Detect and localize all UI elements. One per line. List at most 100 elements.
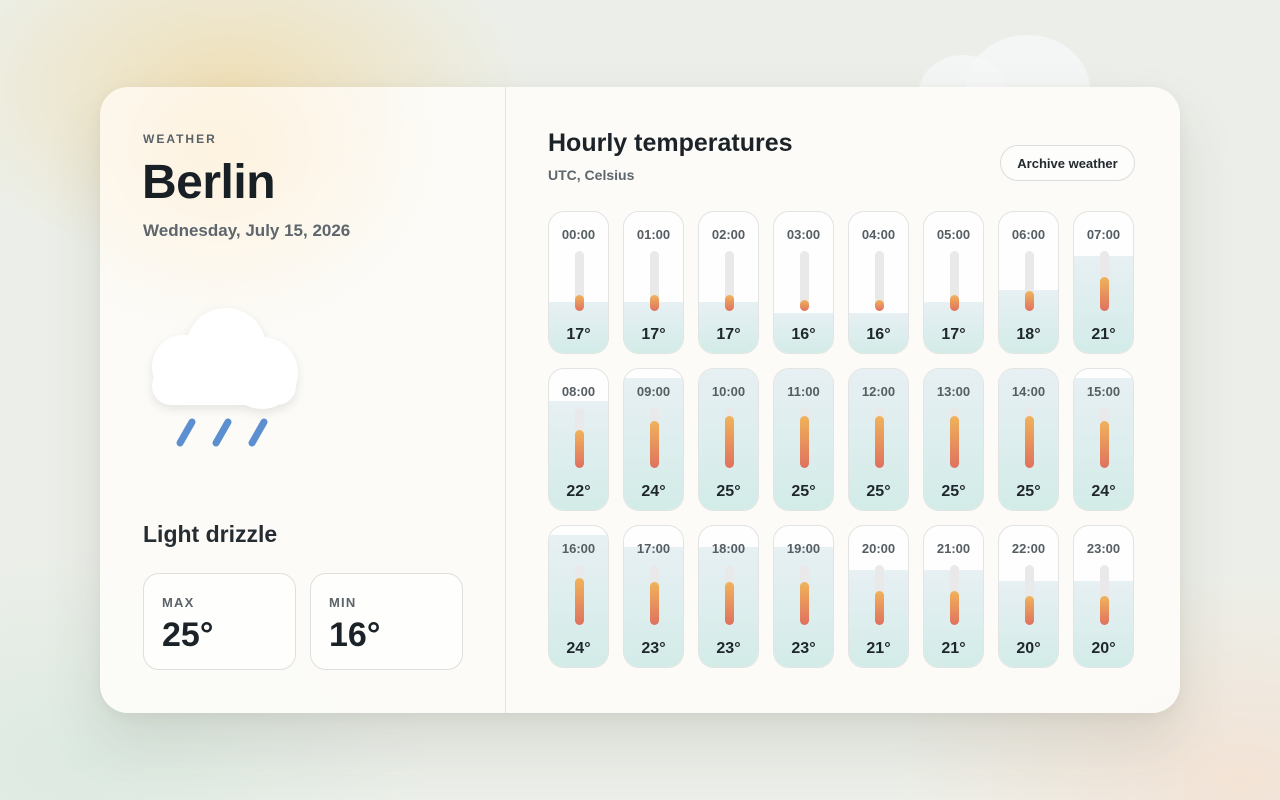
thermometer-bar bbox=[800, 416, 809, 468]
max-label: MAX bbox=[162, 595, 195, 610]
hour-tile: 21:00 21° bbox=[923, 525, 984, 668]
hour-tile: 01:00 17° bbox=[623, 211, 684, 354]
hourly-grid: 00:00 17° 01:00 17° 02:00 17° 03:00 16° 04:00 16°… bbox=[548, 211, 1138, 671]
hour-time: 06:00 bbox=[1011, 227, 1046, 242]
hour-tile: 12:00 25° bbox=[848, 368, 909, 511]
thermometer-bar bbox=[1100, 277, 1109, 311]
hour-tile: 11:00 25° bbox=[773, 368, 834, 511]
hourly-title: Hourly temperatures bbox=[548, 129, 793, 157]
thermometer-bar bbox=[875, 416, 884, 468]
thermometer-bar bbox=[725, 295, 734, 311]
hour-time: 03:00 bbox=[786, 227, 821, 242]
hour-temperature: 25° bbox=[791, 483, 816, 500]
hour-temperature: 16° bbox=[866, 326, 891, 343]
hour-temperature: 25° bbox=[1016, 483, 1041, 500]
thermometer-bar bbox=[950, 416, 959, 468]
date-label: Wednesday, July 15, 2026 bbox=[143, 221, 351, 240]
thermometer-bar bbox=[725, 582, 734, 625]
section-label: WEATHER bbox=[143, 132, 217, 146]
hour-temperature: 20° bbox=[1016, 640, 1041, 657]
thermometer-bar bbox=[875, 300, 884, 311]
hour-tile: 02:00 17° bbox=[698, 211, 759, 354]
hour-tile: 22:00 20° bbox=[998, 525, 1059, 668]
hour-tile: 00:00 17° bbox=[548, 211, 609, 354]
hour-time: 15:00 bbox=[1086, 384, 1121, 399]
max-temp-card: MAX 25° bbox=[143, 573, 296, 670]
thermometer-bar bbox=[1100, 596, 1109, 625]
hour-temperature: 20° bbox=[1091, 640, 1116, 657]
hour-tile: 08:00 22° bbox=[548, 368, 609, 511]
hour-time: 11:00 bbox=[787, 384, 820, 399]
hour-temperature: 23° bbox=[791, 640, 816, 657]
hour-temperature: 24° bbox=[1091, 483, 1116, 500]
hour-tile: 10:00 25° bbox=[698, 368, 759, 511]
thermometer-bar bbox=[650, 421, 659, 468]
thermometer-bar bbox=[650, 582, 659, 625]
hour-tile: 20:00 21° bbox=[848, 525, 909, 668]
hour-tile: 14:00 25° bbox=[998, 368, 1059, 511]
hour-temperature: 25° bbox=[866, 483, 891, 500]
hour-tile: 13:00 25° bbox=[923, 368, 984, 511]
thermometer-bar bbox=[725, 416, 734, 468]
hour-tile: 16:00 24° bbox=[548, 525, 609, 668]
thermometer-bar bbox=[950, 295, 959, 311]
hour-tile: 17:00 23° bbox=[623, 525, 684, 668]
hour-temperature: 24° bbox=[566, 640, 591, 657]
hour-tile: 15:00 24° bbox=[1073, 368, 1134, 511]
thermometer-bar bbox=[575, 295, 584, 311]
hour-time: 17:00 bbox=[636, 541, 671, 556]
hour-tile: 07:00 21° bbox=[1073, 211, 1134, 354]
hour-time: 21:00 bbox=[936, 541, 971, 556]
hour-temperature: 18° bbox=[1016, 326, 1041, 343]
hour-temperature: 21° bbox=[1091, 326, 1116, 343]
hour-temperature: 22° bbox=[566, 483, 591, 500]
thermometer-bar bbox=[1025, 291, 1034, 311]
min-temp-card: MIN 16° bbox=[310, 573, 463, 670]
hour-temperature: 17° bbox=[566, 326, 591, 343]
hour-temperature: 16° bbox=[791, 326, 816, 343]
cloud-rain-icon bbox=[144, 305, 304, 455]
condition-label: Light drizzle bbox=[143, 521, 278, 547]
hourly-subtitle: UTC, Celsius bbox=[548, 167, 635, 183]
hour-tile: 04:00 16° bbox=[848, 211, 909, 354]
thermometer-bar bbox=[1025, 596, 1034, 625]
hour-time: 12:00 bbox=[861, 384, 896, 399]
archive-weather-button[interactable]: Archive weather bbox=[1000, 145, 1135, 181]
hour-time: 19:00 bbox=[786, 541, 821, 556]
hour-time: 23:00 bbox=[1086, 541, 1121, 556]
thermometer-bar bbox=[950, 591, 959, 625]
thermometer-bar bbox=[1100, 421, 1109, 468]
thermometer-bar bbox=[800, 582, 809, 625]
thermometer-bar bbox=[575, 430, 584, 468]
current-weather-panel: WEATHER Berlin Wednesday, July 15, 2026 bbox=[100, 87, 506, 713]
hour-tile: 03:00 16° bbox=[773, 211, 834, 354]
hour-time: 22:00 bbox=[1011, 541, 1046, 556]
city-name: Berlin bbox=[142, 156, 276, 209]
hour-tile: 09:00 24° bbox=[623, 368, 684, 511]
thermometer-bar bbox=[875, 591, 884, 625]
min-value: 16° bbox=[329, 616, 381, 654]
hour-tile: 05:00 17° bbox=[923, 211, 984, 354]
hour-temperature: 21° bbox=[866, 640, 891, 657]
hour-time: 10:00 bbox=[711, 384, 746, 399]
hour-tile: 06:00 18° bbox=[998, 211, 1059, 354]
hour-time: 02:00 bbox=[711, 227, 746, 242]
hour-time: 13:00 bbox=[936, 384, 971, 399]
hour-temperature: 24° bbox=[641, 483, 666, 500]
max-value: 25° bbox=[162, 616, 214, 654]
hour-temperature: 17° bbox=[716, 326, 741, 343]
weather-card: WEATHER Berlin Wednesday, July 15, 2026 bbox=[100, 87, 1180, 713]
hour-time: 04:00 bbox=[861, 227, 896, 242]
hour-time: 07:00 bbox=[1086, 227, 1121, 242]
hour-time: 01:00 bbox=[636, 227, 671, 242]
hour-temperature: 23° bbox=[641, 640, 666, 657]
hour-temperature: 17° bbox=[941, 326, 966, 343]
hour-time: 14:00 bbox=[1011, 384, 1046, 399]
hour-time: 20:00 bbox=[861, 541, 896, 556]
hour-time: 09:00 bbox=[636, 384, 671, 399]
hour-temperature: 25° bbox=[716, 483, 741, 500]
hour-temperature: 23° bbox=[716, 640, 741, 657]
hour-time: 18:00 bbox=[711, 541, 746, 556]
hour-tile: 19:00 23° bbox=[773, 525, 834, 668]
thermometer-bar bbox=[800, 300, 809, 311]
